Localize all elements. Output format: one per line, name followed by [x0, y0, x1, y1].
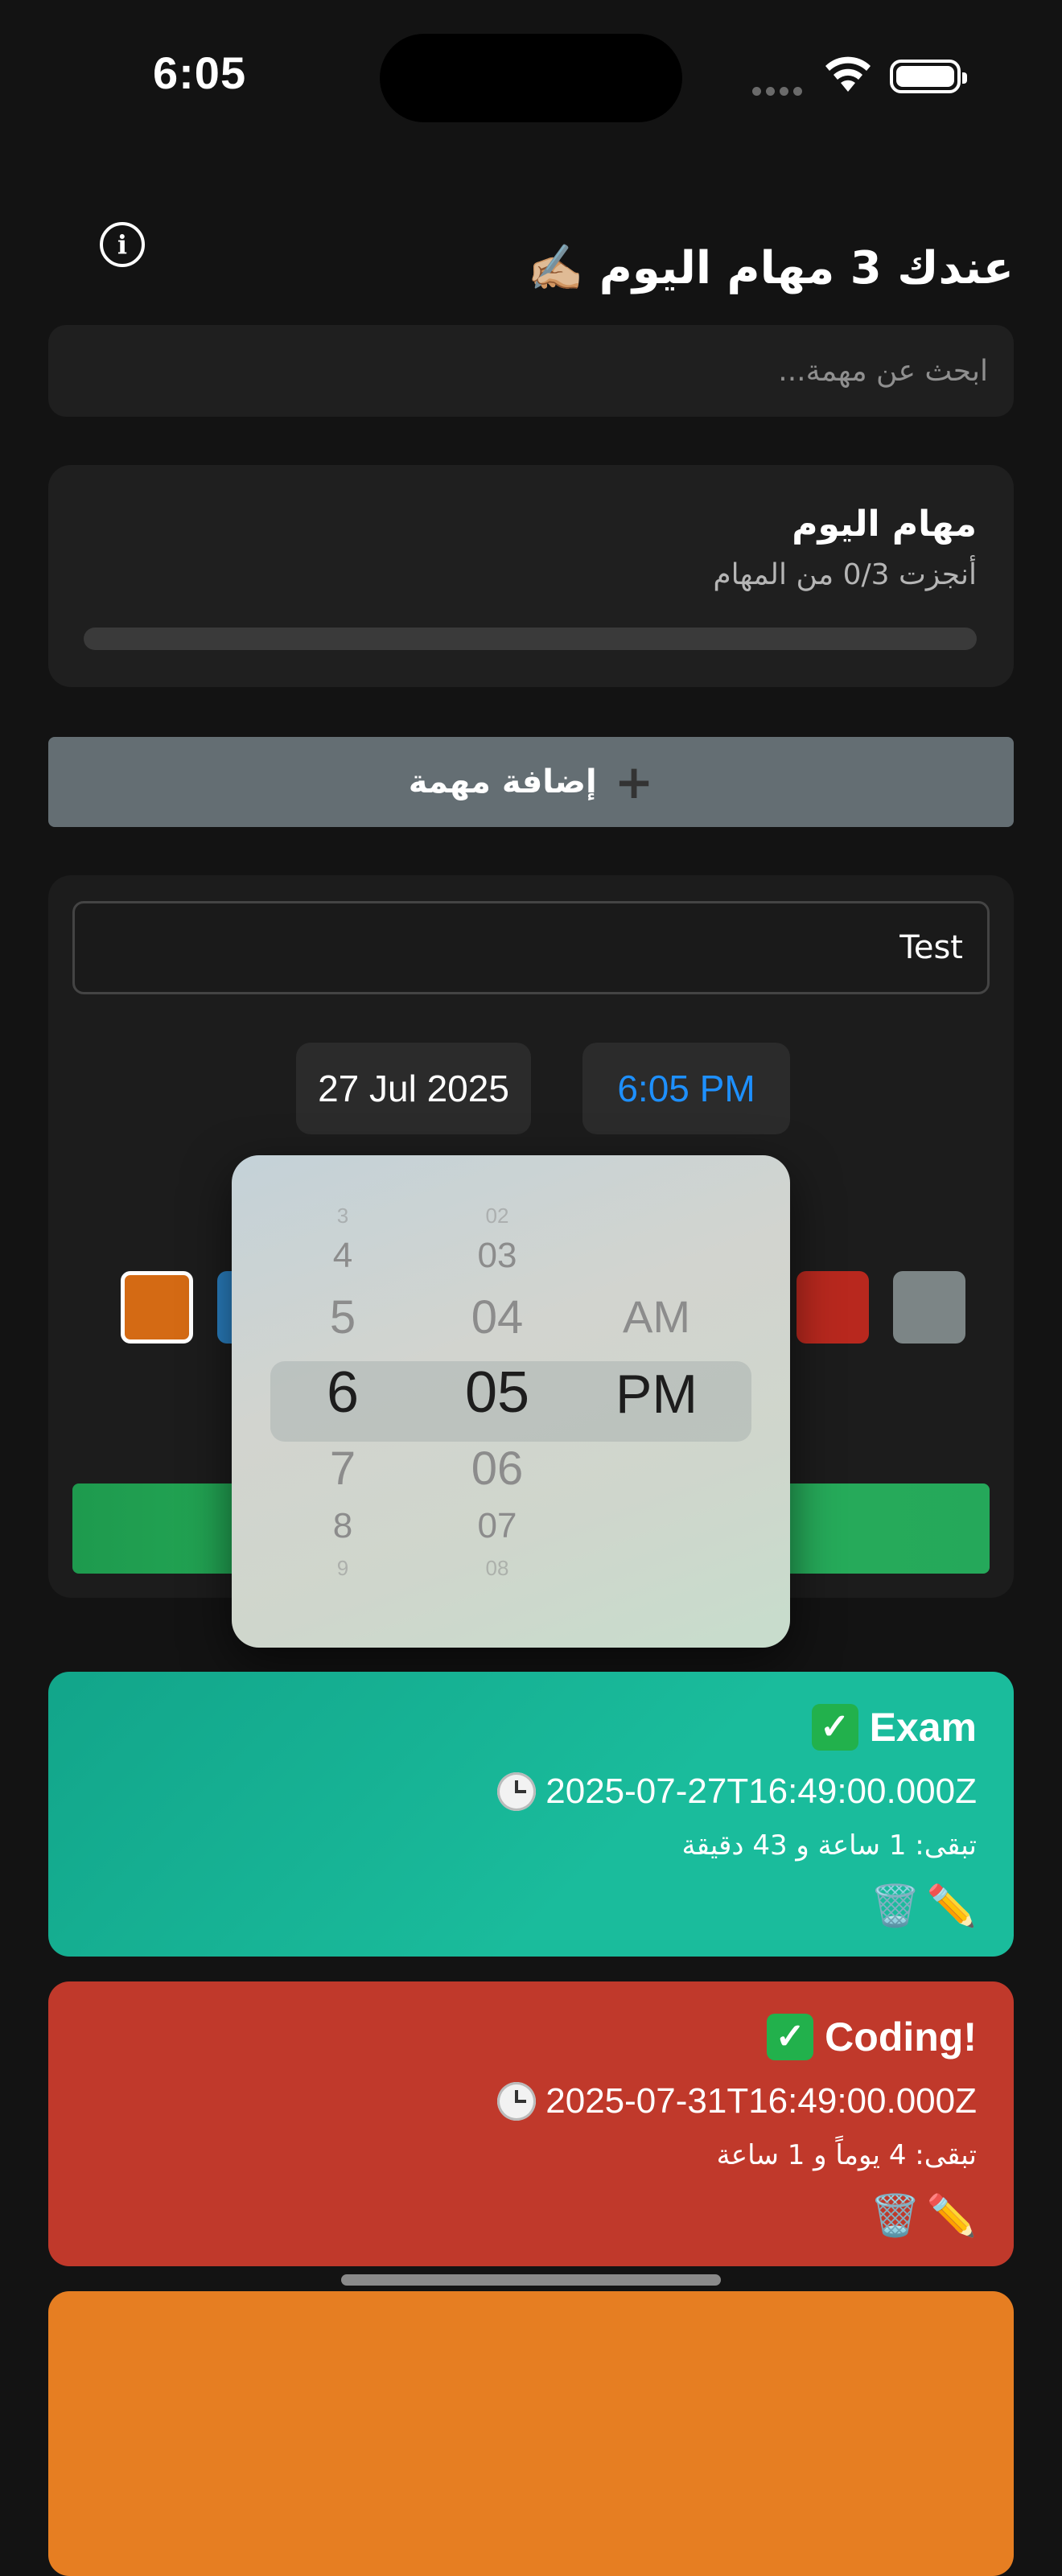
task-title: ✓ Exam: [811, 1704, 977, 1751]
task-actions: 🗑️ ✏️: [870, 1883, 977, 1930]
trash-icon[interactable]: 🗑️: [870, 2192, 920, 2240]
minute-option[interactable]: 07: [441, 1506, 554, 1546]
color-swatch-orange[interactable]: [121, 1271, 193, 1344]
task-datetime: 2025-07-31T16:49:00.000Z: [497, 2081, 977, 2121]
minute-option[interactable]: 06: [441, 1442, 554, 1496]
hour-option[interactable]: 4: [286, 1236, 399, 1276]
hour-option[interactable]: 9: [286, 1556, 399, 1581]
color-swatch-gray[interactable]: [893, 1271, 965, 1344]
pencil-icon[interactable]: ✏️: [927, 2192, 977, 2240]
minute-wheel[interactable]: 02 03 04 05 06 07 08: [441, 1204, 554, 1598]
check-icon: ✓: [811, 1704, 858, 1751]
minute-option[interactable]: 02: [441, 1204, 554, 1228]
progress-subtitle: أنجزت 0/3 من المهام: [713, 558, 977, 591]
task-datetime-text: 2025-07-31T16:49:00.000Z: [545, 2081, 977, 2121]
task-card[interactable]: ✓ Exam 2025-07-27T16:49:00.000Z تبقى: 1 …: [48, 1672, 1014, 1957]
progress-title: مهام اليوم: [792, 504, 977, 545]
check-icon: ✓: [767, 2014, 814, 2060]
battery-icon: [890, 60, 967, 93]
wifi-icon: [825, 56, 871, 92]
task-remaining: تبقى: 1 ساعة و 43 دقيقة: [681, 1829, 977, 1862]
hour-option[interactable]: 3: [286, 1204, 399, 1228]
page-title: عندك 3 مهام اليوم ✍🏼: [527, 242, 1014, 294]
task-remaining: تبقى: 4 يوماً و 1 ساعة: [716, 2139, 977, 2171]
progress-card: مهام اليوم أنجزت 0/3 من المهام: [48, 465, 1014, 687]
search-bar: [48, 325, 1014, 417]
hour-option[interactable]: 5: [286, 1290, 399, 1344]
task-card[interactable]: ✓ Coding! 2025-07-31T16:49:00.000Z تبقى:…: [48, 1981, 1014, 2266]
task-name-field: [72, 901, 990, 994]
task-title: ✓ Coding!: [767, 2014, 977, 2060]
hour-wheel[interactable]: 3 4 5 6 7 8 9: [286, 1204, 399, 1598]
task-title-text: Exam: [869, 1705, 977, 1750]
minute-option[interactable]: 04: [441, 1290, 554, 1344]
pencil-icon[interactable]: ✏️: [927, 1883, 977, 1930]
minute-option[interactable]: 08: [441, 1556, 554, 1581]
period-wheel[interactable]: AM PM: [592, 1204, 721, 1598]
progress-bar: [84, 628, 977, 650]
task-actions: 🗑️ ✏️: [870, 2192, 977, 2240]
task-datetime: 2025-07-27T16:49:00.000Z: [497, 1772, 977, 1812]
period-option[interactable]: AM: [592, 1290, 721, 1343]
clock-icon: [497, 1772, 537, 1811]
hour-option-selected[interactable]: 6: [286, 1360, 399, 1426]
trash-icon[interactable]: 🗑️: [870, 1883, 920, 1930]
home-indicator: [341, 2274, 721, 2286]
plus-icon: +: [614, 755, 654, 809]
period-option-selected[interactable]: PM: [592, 1363, 721, 1426]
info-icon: i: [117, 229, 128, 260]
search-input[interactable]: [48, 325, 1014, 417]
hour-option[interactable]: 7: [286, 1442, 399, 1496]
task-name-input[interactable]: [75, 903, 987, 992]
task-card[interactable]: [48, 2291, 1014, 2576]
color-swatch-red[interactable]: [796, 1271, 869, 1344]
cellular-signal-icon: [752, 84, 809, 96]
date-picker-button[interactable]: 27 Jul 2025: [296, 1043, 531, 1134]
minute-option[interactable]: 03: [441, 1236, 554, 1276]
task-title-text: Coding!: [825, 2014, 977, 2060]
add-task-button[interactable]: + إضافة مهمة: [48, 737, 1014, 827]
clock-icon: [497, 2082, 537, 2121]
time-picker-button[interactable]: 6:05 PM: [582, 1043, 790, 1134]
status-time: 6:05: [153, 47, 247, 98]
time-picker-popover: 3 4 5 6 7 8 9 02 03 04 05 06 07 08 AM PM: [232, 1155, 790, 1648]
task-datetime-text: 2025-07-27T16:49:00.000Z: [545, 1772, 977, 1811]
minute-option-selected[interactable]: 05: [441, 1360, 554, 1426]
hour-option[interactable]: 8: [286, 1506, 399, 1546]
dynamic-island: [380, 34, 682, 122]
info-button[interactable]: i: [100, 222, 145, 267]
add-task-label: إضافة مهمة: [408, 763, 597, 800]
